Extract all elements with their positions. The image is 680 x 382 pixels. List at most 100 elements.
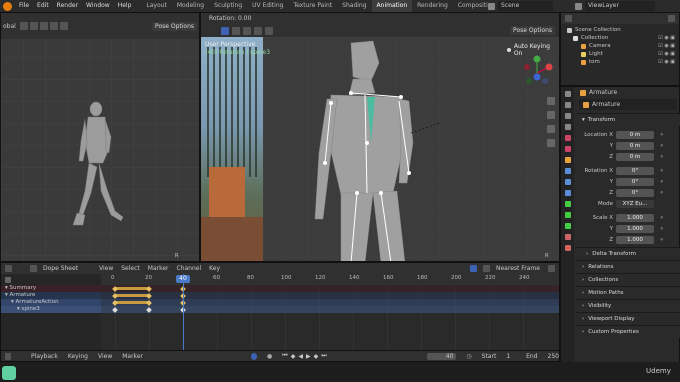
mode-icon[interactable] xyxy=(30,265,37,272)
footer-menu-playback[interactable]: Playback xyxy=(31,353,58,360)
scale-x-field[interactable]: 1.000 xyxy=(616,213,654,222)
section-viewport-display[interactable]: › Viewport Display xyxy=(576,312,680,325)
navigation-gizmo[interactable] xyxy=(517,53,557,93)
location-y-field[interactable]: 0 m xyxy=(616,141,654,150)
current-frame-label[interactable]: 40 xyxy=(176,275,190,283)
outliner-item[interactable]: Camera ☑ ◉ ▣ xyxy=(561,42,679,50)
filters-icon[interactable] xyxy=(483,265,490,272)
keyframe-dot-icon[interactable]: ⋄ xyxy=(660,179,663,185)
footer-menu-marker[interactable]: Marker xyxy=(122,353,143,360)
next-key-icon[interactable]: ◆ xyxy=(314,353,319,360)
keyframe-dot-icon[interactable]: ⋄ xyxy=(660,190,663,196)
mode-label[interactable]: obal xyxy=(3,23,16,30)
menu-edit[interactable]: Edit xyxy=(33,0,53,12)
section-delta-transform[interactable]: › Delta Transform xyxy=(576,247,680,260)
snap-icon[interactable] xyxy=(49,22,58,30)
center-viewport[interactable]: Rotation: 0.00 Pose Options User Perspec… xyxy=(200,12,560,262)
snap-toggle-icon[interactable] xyxy=(548,265,555,272)
visibility-toggle-icon[interactable]: ☑ ◉ ▣ xyxy=(658,43,675,49)
tab-sculpting[interactable]: Sculpting xyxy=(209,0,247,12)
outliner-item[interactable]: Light ☑ ◉ ▣ xyxy=(561,50,679,58)
modifier-tab-icon[interactable] xyxy=(564,168,571,174)
channel-row[interactable]: ▾ ArmatureAction xyxy=(1,299,101,306)
dopesheet-mode-label[interactable]: Dope Sheet xyxy=(43,265,93,272)
character-model-left[interactable] xyxy=(63,101,143,241)
viewport-select-icon[interactable] xyxy=(232,26,240,35)
visibility-toggle-icon[interactable]: ☑ ◉ ▣ xyxy=(658,59,675,65)
outliner-item[interactable]: Scene Collection xyxy=(561,26,679,34)
interpolation-select[interactable]: Nearest Frame xyxy=(496,265,542,272)
location-z-field[interactable]: 0 m xyxy=(616,152,654,161)
dopesheet-menu-key[interactable]: Key xyxy=(209,265,220,272)
section-motion-paths[interactable]: › Motion Paths xyxy=(576,286,680,299)
output-tab-icon[interactable] xyxy=(564,113,571,119)
dopesheet-menu-marker[interactable]: Marker xyxy=(148,265,169,272)
rotation-y-field[interactable]: 0° xyxy=(616,177,654,186)
keyframe-dot-icon[interactable]: ⋄ xyxy=(660,168,663,174)
physics-tab-icon[interactable] xyxy=(564,179,571,185)
camera-view-icon[interactable] xyxy=(547,125,555,133)
transform-orientation-icon[interactable] xyxy=(39,22,48,30)
jump-start-icon[interactable]: ⏮ xyxy=(282,352,287,360)
keyframe-dot-icon[interactable]: ⋄ xyxy=(660,226,663,232)
dopesheet-menu-view[interactable]: View xyxy=(99,265,113,272)
prev-key-icon[interactable]: ◆ xyxy=(291,353,296,360)
clock-icon[interactable]: ◷ xyxy=(466,353,471,360)
frame-ruler[interactable]: 0 20 40 60 80 100 120 140 160 180 200 220 240 xyxy=(101,274,559,285)
snapping-icon[interactable] xyxy=(254,26,262,35)
rotation-x-field[interactable]: 0° xyxy=(616,166,654,175)
object-tab-icon[interactable] xyxy=(564,157,571,163)
render-tab-icon[interactable] xyxy=(564,102,571,108)
overlay-icon[interactable] xyxy=(265,26,273,35)
dopesheet-menu-channel[interactable]: Channel xyxy=(177,265,202,272)
jump-end-icon[interactable]: ⏭ xyxy=(321,352,326,360)
outliner-filter-icon[interactable] xyxy=(668,15,675,22)
tool-tab-icon[interactable] xyxy=(564,91,571,97)
transform-section[interactable]: ▾ Transform xyxy=(576,113,680,126)
tab-uv-editing[interactable]: UV Editing xyxy=(247,0,288,12)
end-field[interactable]: 250 xyxy=(548,353,559,360)
tab-layout[interactable]: Layout xyxy=(141,0,171,12)
tab-rendering[interactable]: Rendering xyxy=(412,0,453,12)
playhead[interactable] xyxy=(183,274,184,350)
zoom-icon[interactable] xyxy=(547,111,555,119)
view-layer-tab-icon[interactable] xyxy=(564,124,571,130)
dopesheet-menu-select[interactable]: Select xyxy=(121,265,140,272)
data-tab-icon[interactable] xyxy=(564,201,571,207)
scene-tab-icon[interactable] xyxy=(564,135,571,141)
outliner-item[interactable]: Collection ☑ ◉ ▣ xyxy=(561,34,679,42)
proportional-edit-icon[interactable] xyxy=(59,22,68,30)
center-pose-options[interactable]: Pose Options xyxy=(510,26,555,35)
visibility-toggle-icon[interactable]: ☑ ◉ ▣ xyxy=(658,51,675,57)
tab-shading[interactable]: Shading xyxy=(337,0,371,12)
keyframe-dot-icon[interactable]: ⋄ xyxy=(660,143,663,149)
play-icon[interactable]: ▶ xyxy=(306,353,311,360)
section-visibility[interactable]: › Visibility xyxy=(576,299,680,312)
scale-y-field[interactable]: 1.000 xyxy=(616,224,654,233)
channel-row[interactable]: ▾ Summary xyxy=(1,285,101,292)
search-icon[interactable] xyxy=(5,276,11,283)
editor-type-icon[interactable] xyxy=(5,265,12,272)
scene-name[interactable]: Scene xyxy=(498,1,553,11)
transform-pivot-icon[interactable] xyxy=(243,26,251,35)
location-x-field[interactable]: 0 m xyxy=(616,130,654,139)
constraint-tab-icon[interactable] xyxy=(564,190,571,196)
section-relations[interactable]: › Relations xyxy=(576,260,680,273)
menu-help[interactable]: Help xyxy=(114,0,136,12)
visibility-toggle-icon[interactable]: ☑ ◉ ▣ xyxy=(658,35,675,41)
current-frame-field[interactable]: 40 xyxy=(426,352,457,360)
menu-window[interactable]: Window xyxy=(82,0,114,12)
scale-z-field[interactable]: 1.000 xyxy=(616,235,654,244)
blender-logo-icon[interactable] xyxy=(3,1,12,11)
channel-row[interactable]: ▾ spine3 xyxy=(1,306,101,313)
data-name-field[interactable]: Armature xyxy=(592,101,620,108)
section-collections[interactable]: › Collections xyxy=(576,273,680,286)
footer-menu-keying[interactable]: Keying xyxy=(68,353,88,360)
channel-row[interactable]: ▾ Armature xyxy=(1,292,101,299)
timeline-editor-icon[interactable] xyxy=(5,352,12,360)
texture-tab-icon[interactable] xyxy=(564,245,571,251)
keyframe-dot-icon[interactable]: ⋄ xyxy=(660,132,663,138)
hand-pan-icon[interactable] xyxy=(547,97,555,105)
select-mode-icon[interactable] xyxy=(29,22,38,30)
bone-tab-icon[interactable] xyxy=(564,212,571,218)
